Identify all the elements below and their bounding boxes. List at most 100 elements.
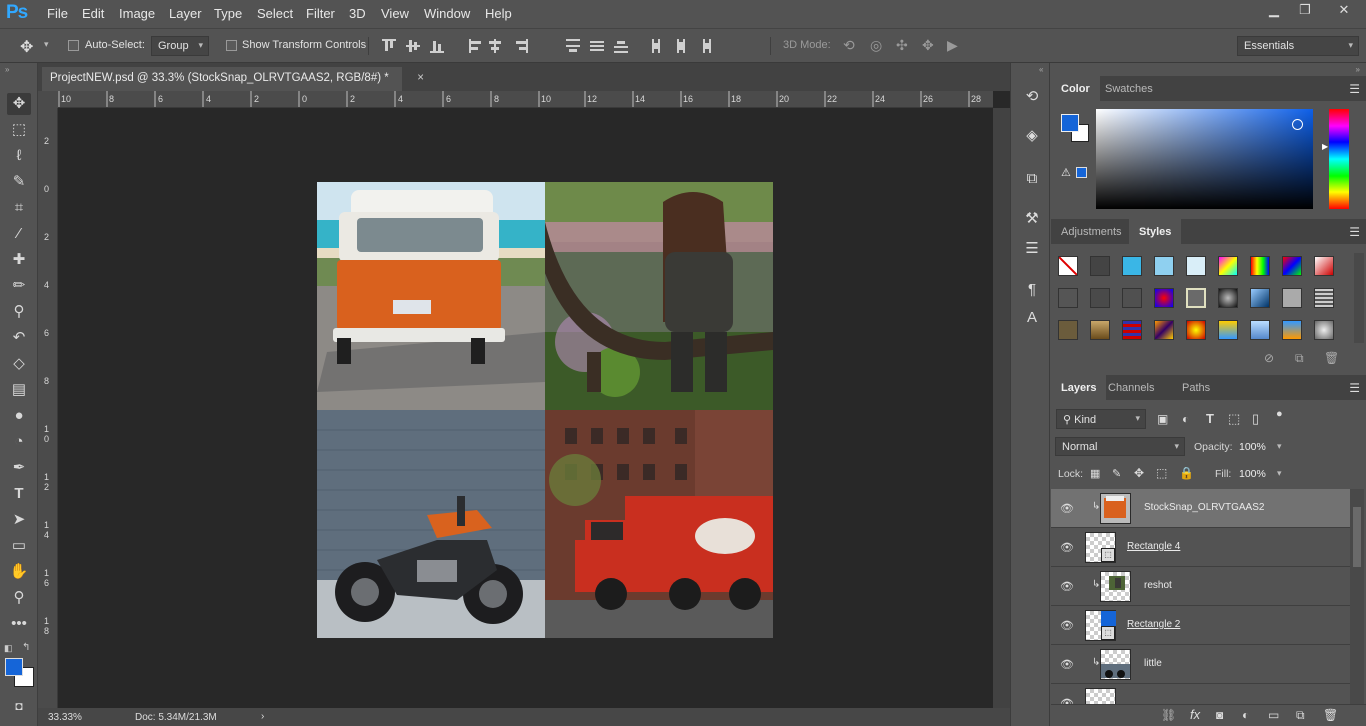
- layer-style-icon[interactable]: fx: [1190, 707, 1200, 722]
- style-swatch[interactable]: [1186, 320, 1206, 340]
- document-tab[interactable]: ProjectNEW.psd @ 33.3% (StockSnap_OLRVTG…: [42, 67, 424, 91]
- healing-brush-tool-icon[interactable]: ✚: [7, 249, 31, 271]
- close-icon[interactable]: ✕: [1322, 0, 1366, 22]
- layer-name[interactable]: little: [1144, 658, 1162, 669]
- rectangle-tool-icon[interactable]: ▭: [7, 535, 31, 557]
- style-swatch[interactable]: [1122, 256, 1142, 276]
- menu-view[interactable]: View: [381, 6, 409, 21]
- history-brush-tool-icon[interactable]: ↶: [7, 327, 31, 349]
- style-swatch[interactable]: [1314, 256, 1334, 276]
- blend-mode-dropdown[interactable]: Normal ▾: [1055, 437, 1185, 456]
- 3d-slide-icon[interactable]: ✥: [922, 37, 934, 54]
- lock-image-icon[interactable]: ✎: [1112, 467, 1121, 480]
- vertical-ruler[interactable]: 2 0 2 4 6 8 10 12 14 16 18: [38, 108, 58, 708]
- horizontal-ruler[interactable]: 10 8 6 4 2 0 2 4 6 8 10 12 14 16 18 20 2…: [58, 91, 993, 108]
- expand-icon[interactable]: «: [1039, 65, 1043, 74]
- photo-red-truck[interactable]: [545, 410, 773, 638]
- color-picker-handle[interactable]: [1292, 119, 1303, 130]
- style-swatch[interactable]: [1090, 256, 1110, 276]
- pen-tool-icon[interactable]: ✒: [7, 457, 31, 479]
- style-swatch[interactable]: [1154, 320, 1174, 340]
- opacity-input[interactable]: 100%: [1239, 441, 1266, 453]
- align-distribute-icons[interactable]: [382, 38, 782, 54]
- gamut-warning-icon[interactable]: ⚠: [1061, 166, 1071, 179]
- properties-panel-icon[interactable]: ⧉: [1021, 170, 1043, 192]
- 3d-roll-icon[interactable]: ◎: [870, 37, 882, 54]
- panel-menu-icon[interactable]: ☰: [1349, 82, 1360, 96]
- menu-select[interactable]: Select: [257, 6, 293, 21]
- lasso-tool-icon[interactable]: ℓ: [7, 145, 31, 167]
- style-swatch[interactable]: [1218, 288, 1238, 308]
- layer-row-stocksnap[interactable]: 👁 ↳ StockSnap_OLRVTGAAS2: [1051, 489, 1350, 528]
- menu-layer[interactable]: Layer: [169, 6, 202, 21]
- path-selection-tool-icon[interactable]: ➤: [7, 509, 31, 531]
- visibility-eye-icon[interactable]: 👁: [1060, 580, 1074, 593]
- menu-image[interactable]: Image: [119, 6, 155, 21]
- marquee-tool-icon[interactable]: ⬚: [7, 119, 31, 141]
- chevron-down-icon[interactable]: ▾: [44, 39, 49, 50]
- tab-swatches[interactable]: Swatches: [1095, 76, 1163, 101]
- new-layer-icon[interactable]: ⧉: [1296, 708, 1305, 723]
- delete-layer-icon[interactable]: 🗑: [1323, 708, 1338, 722]
- style-swatch[interactable]: [1282, 320, 1302, 340]
- filter-shape-icon[interactable]: ⬚: [1228, 411, 1240, 427]
- style-swatch[interactable]: [1122, 288, 1142, 308]
- visibility-eye-icon[interactable]: 👁: [1060, 502, 1074, 515]
- lock-transparent-icon[interactable]: ▦: [1090, 467, 1100, 480]
- menu-edit[interactable]: Edit: [82, 6, 104, 21]
- layer-name[interactable]: reshot: [1144, 580, 1172, 591]
- zoom-tool-icon[interactable]: ⚲: [7, 587, 31, 609]
- layer-name[interactable]: Rectangle 4: [1127, 541, 1180, 552]
- brush-presets-icon[interactable]: ☰: [1021, 239, 1043, 261]
- gradient-tool-icon[interactable]: ▤: [7, 379, 31, 401]
- visibility-eye-icon[interactable]: 👁: [1060, 541, 1074, 554]
- menu-file[interactable]: File: [47, 6, 68, 21]
- vertical-scrollbar[interactable]: [993, 108, 1010, 708]
- 3d-camera-icon[interactable]: ▶: [947, 37, 958, 54]
- tab-styles[interactable]: Styles: [1129, 219, 1182, 244]
- tab-color[interactable]: Color: [1051, 76, 1100, 101]
- panel-menu-icon[interactable]: ☰: [1349, 225, 1360, 239]
- menu-help[interactable]: Help: [485, 6, 512, 21]
- brush-panel-icon[interactable]: ⚒: [1021, 209, 1043, 231]
- chevron-down-icon[interactable]: ▾: [1277, 441, 1282, 452]
- style-swatch[interactable]: [1218, 320, 1238, 340]
- minimize-icon[interactable]: ▁: [1257, 0, 1291, 22]
- chevron-down-icon[interactable]: ▾: [1277, 468, 1282, 479]
- clear-style-icon[interactable]: ⊘: [1264, 351, 1274, 365]
- style-swatch[interactable]: [1250, 320, 1270, 340]
- paragraph-panel-icon[interactable]: ¶: [1021, 281, 1043, 303]
- clone-stamp-tool-icon[interactable]: ⚲: [7, 301, 31, 323]
- layers-scrollbar-thumb[interactable]: [1353, 507, 1361, 567]
- style-swatch[interactable]: [1090, 320, 1110, 340]
- layer-filter-kind-dropdown[interactable]: ⚲ Kind ▾: [1056, 409, 1146, 429]
- layer-row-rectangle-4[interactable]: 👁 ⬚ Rectangle 4: [1051, 528, 1350, 567]
- layer-row-little[interactable]: 👁 ↳ little: [1051, 645, 1350, 684]
- menu-type[interactable]: Type: [214, 6, 242, 21]
- style-swatch[interactable]: [1218, 256, 1238, 276]
- 3d-panel-icon[interactable]: ◈: [1021, 126, 1043, 148]
- canvas-workspace[interactable]: [58, 108, 993, 708]
- style-swatch[interactable]: [1058, 320, 1078, 340]
- style-swatch[interactable]: [1250, 256, 1270, 276]
- new-style-icon[interactable]: ⧉: [1295, 351, 1304, 366]
- delete-style-icon[interactable]: 🗑: [1324, 351, 1339, 365]
- show-transform-checkbox[interactable]: [226, 40, 237, 51]
- fill-input[interactable]: 100%: [1239, 468, 1266, 480]
- photo-motorcycle[interactable]: [317, 410, 545, 638]
- restore-icon[interactable]: ❐: [1288, 0, 1322, 22]
- style-none[interactable]: [1058, 256, 1078, 276]
- crop-tool-icon[interactable]: ⌗: [7, 197, 31, 219]
- close-tab-icon[interactable]: ×: [417, 72, 424, 84]
- collapse-panels-icon[interactable]: »: [1356, 65, 1360, 74]
- eyedropper-tool-icon[interactable]: ⁄: [7, 223, 31, 245]
- tab-paths[interactable]: Paths: [1172, 375, 1220, 400]
- lock-artboard-icon[interactable]: ⬚: [1156, 466, 1167, 480]
- filter-adjustment-icon[interactable]: ◐: [1182, 412, 1189, 426]
- color-picker-field[interactable]: [1096, 109, 1313, 209]
- tab-adjustments[interactable]: Adjustments: [1051, 219, 1132, 244]
- layers-scrollbar[interactable]: [1350, 489, 1364, 709]
- default-colors-icon[interactable]: ◧: [4, 643, 13, 654]
- workspace-dropdown[interactable]: Essentials ▾: [1237, 36, 1359, 56]
- move-tool-icon[interactable]: ✥: [20, 37, 33, 57]
